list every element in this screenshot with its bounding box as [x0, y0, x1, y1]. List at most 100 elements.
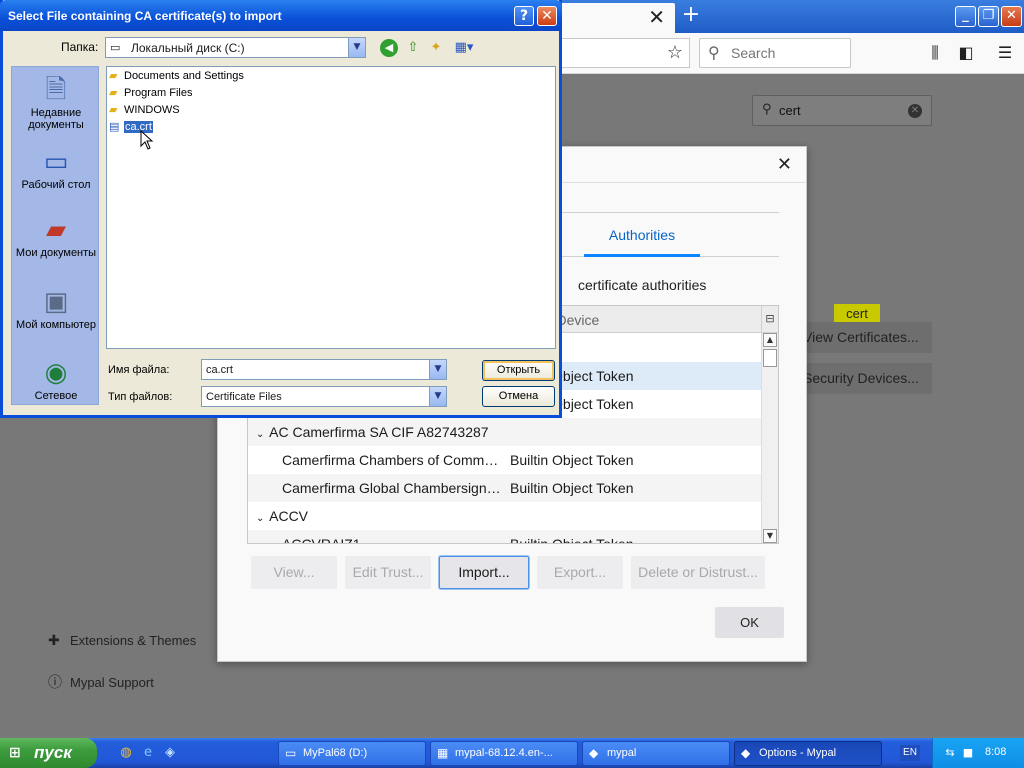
cancel-button[interactable]: Отмена — [482, 386, 555, 407]
place-my-documents[interactable]: ▰ Мои документы — [12, 215, 100, 259]
mouse-pointer-icon — [140, 130, 154, 150]
file-type-value: Certificate Files — [206, 391, 282, 403]
chevron-down-icon[interactable]: ▼ — [429, 360, 446, 379]
help-circle-icon: ⓘ — [48, 675, 62, 691]
certificate-name: ACCVRAIZ1 — [282, 536, 361, 544]
file-dialog-titlebar[interactable]: Select File containing CA certificate(s)… — [0, 0, 562, 31]
search-input[interactable] — [731, 45, 841, 61]
edit-trust-button[interactable]: Edit Trust... — [345, 556, 431, 589]
place-label: Мой компьютер — [15, 319, 97, 331]
file-type-label: Тип файлов: — [108, 391, 173, 403]
expand-twisty-icon[interactable]: ⌄ — [256, 505, 266, 533]
folder-icon: ▰ — [109, 69, 118, 82]
file-list[interactable]: ▰ Documents and Settings ▰ Program Files ▰… — [106, 66, 556, 349]
language-indicator[interactable]: EN — [900, 745, 920, 761]
support-link[interactable]: ⓘ Mypal Support — [48, 672, 154, 692]
start-button[interactable]: ⊞ пуск — [0, 738, 97, 768]
taskbar-button[interactable]: ◆ mypal — [582, 741, 730, 766]
vertical-scrollbar[interactable]: ▲ ▼ — [761, 333, 778, 543]
extensions-themes-link[interactable]: ✚ Extensions & Themes — [48, 633, 196, 649]
up-folder-icon[interactable]: ⇧ — [404, 39, 422, 57]
close-icon[interactable]: ✕ — [777, 154, 792, 175]
delete-or-distrust-button[interactable]: Delete or Distrust... — [631, 556, 765, 589]
find-in-options-input[interactable] — [779, 103, 899, 118]
certificate-name: Camerfirma Chambers of Commerce Root — [282, 452, 504, 468]
taskbar-button-active[interactable]: ◆ Options - Mypal — [734, 741, 882, 766]
scrollbar-thumb[interactable] — [763, 349, 777, 367]
search-icon: ⚲ — [762, 102, 772, 117]
view-button[interactable]: View... — [251, 556, 337, 589]
hard-drive-icon: ▭ — [110, 41, 121, 54]
new-folder-icon[interactable]: ✦ — [427, 39, 445, 57]
place-my-computer[interactable]: ▣ Мой компьютер — [12, 287, 100, 331]
folder-icon: ▰ — [109, 86, 118, 99]
file-item[interactable]: ▰ Program Files — [109, 85, 192, 101]
search-box[interactable]: ⚲ — [699, 38, 851, 68]
tree-group-row[interactable]: ⌄ AC Camerfirma SA CIF A82743287 — [248, 418, 761, 446]
ok-button[interactable]: OK — [715, 607, 784, 638]
minimize-button[interactable]: _ — [955, 6, 976, 27]
file-dialog-close-button[interactable]: ✕ — [537, 6, 557, 26]
file-type-dropdown[interactable]: Certificate Files ▼ — [201, 386, 447, 407]
certificate-name: Camerfirma Global Chambersign Root — [282, 480, 504, 496]
my-documents-icon: ▰ — [46, 215, 66, 245]
open-button[interactable]: Открыть — [482, 360, 555, 381]
import-button[interactable]: Import... — [439, 556, 529, 589]
browser-tab[interactable]: ✕ — [560, 3, 675, 33]
tree-cert-row[interactable]: Camerfirma Global Chambersign Root Builti… — [248, 474, 761, 502]
column-picker-icon[interactable]: ⊟ — [761, 306, 778, 333]
tab-close-icon[interactable]: ✕ — [648, 7, 665, 27]
chevron-down-icon[interactable]: ▼ — [348, 38, 365, 57]
taskbar-button-label: mypal — [607, 747, 637, 759]
hamburger-menu-icon[interactable]: ☰ — [995, 43, 1015, 63]
tree-group-row[interactable]: ⌄ ACCV — [248, 502, 761, 530]
clear-search-icon[interactable]: ✕ — [908, 104, 922, 118]
place-network[interactable]: ◉ Сетевое — [12, 358, 100, 402]
desktop-icon: ▭ — [43, 147, 69, 177]
view-certificates-button[interactable]: View Certificates... — [795, 322, 932, 353]
file-item[interactable]: ▰ Documents and Settings — [109, 68, 244, 84]
window-close-button[interactable]: ✕ — [1001, 6, 1022, 27]
tray-app-icon[interactable]: ■ — [961, 746, 975, 760]
tab-authorities[interactable]: Authorities — [584, 213, 700, 257]
bookmark-star-icon[interactable]: ☆ — [667, 42, 683, 63]
sidebar-icon[interactable]: ◧ — [956, 43, 976, 63]
chevron-down-icon[interactable]: ▼ — [429, 387, 446, 406]
back-arrow-icon[interactable]: ◀ — [380, 39, 398, 57]
new-tab-icon[interactable]: + — [680, 4, 702, 28]
security-device: Builtin Object Token — [510, 480, 634, 496]
maximize-button[interactable]: ❐ — [978, 6, 999, 27]
view-menu-icon[interactable]: ▦▾ — [452, 39, 476, 57]
taskbar-button[interactable]: ▭ MyPal68 (D:) — [278, 741, 426, 766]
network-tray-icon[interactable]: ⇆ — [943, 746, 957, 760]
internet-explorer-icon[interactable]: e — [140, 745, 156, 761]
place-recent-documents[interactable]: 🗎 Недавние документы — [12, 75, 100, 131]
scroll-up-arrow-icon[interactable]: ▲ — [763, 333, 777, 347]
extensions-themes-label: Extensions & Themes — [70, 633, 197, 648]
tree-cert-row[interactable]: Camerfirma Chambers of Commerce Root Buil… — [248, 446, 761, 474]
mypal-app-icon: ◆ — [741, 746, 751, 760]
library-icon[interactable]: ⫼ — [925, 43, 945, 63]
look-in-dropdown[interactable]: ▭ Локальный диск (C:) ▼ — [105, 37, 366, 58]
security-devices-button[interactable]: Security Devices... — [795, 363, 932, 394]
help-button[interactable]: ? — [514, 6, 534, 26]
quicklaunch-app-icon[interactable]: ◍ — [118, 745, 134, 761]
support-label: Mypal Support — [70, 675, 154, 690]
tree-cert-row[interactable]: ACCVRAIZ1 Builtin Object Token — [248, 530, 761, 544]
find-in-options-box[interactable]: ⚲ ✕ — [752, 95, 932, 126]
security-device: Builtin Object Token — [510, 452, 634, 468]
file-item-name: Program Files — [124, 87, 193, 99]
look-in-value: Локальный диск (C:) — [131, 41, 245, 55]
file-name-field[interactable]: ca.crt ▼ — [201, 359, 447, 380]
url-bar[interactable]: ☆ — [560, 38, 690, 68]
group-name: ACCV — [269, 508, 309, 524]
expand-twisty-icon[interactable]: ⌄ — [256, 421, 266, 449]
export-button[interactable]: Export... — [537, 556, 623, 589]
place-desktop[interactable]: ▭ Рабочий стол — [12, 147, 100, 191]
file-item[interactable]: ▰ WINDOWS — [109, 102, 180, 118]
places-bar: 🗎 Недавние документы ▭ Рабочий стол ▰ Мо… — [11, 66, 99, 405]
start-label: пуск — [34, 743, 72, 762]
scroll-down-arrow-icon[interactable]: ▼ — [763, 529, 777, 543]
quicklaunch-app-icon[interactable]: ◈ — [162, 745, 178, 761]
taskbar-button[interactable]: ▦ mypal-68.12.4.en-... — [430, 741, 578, 766]
